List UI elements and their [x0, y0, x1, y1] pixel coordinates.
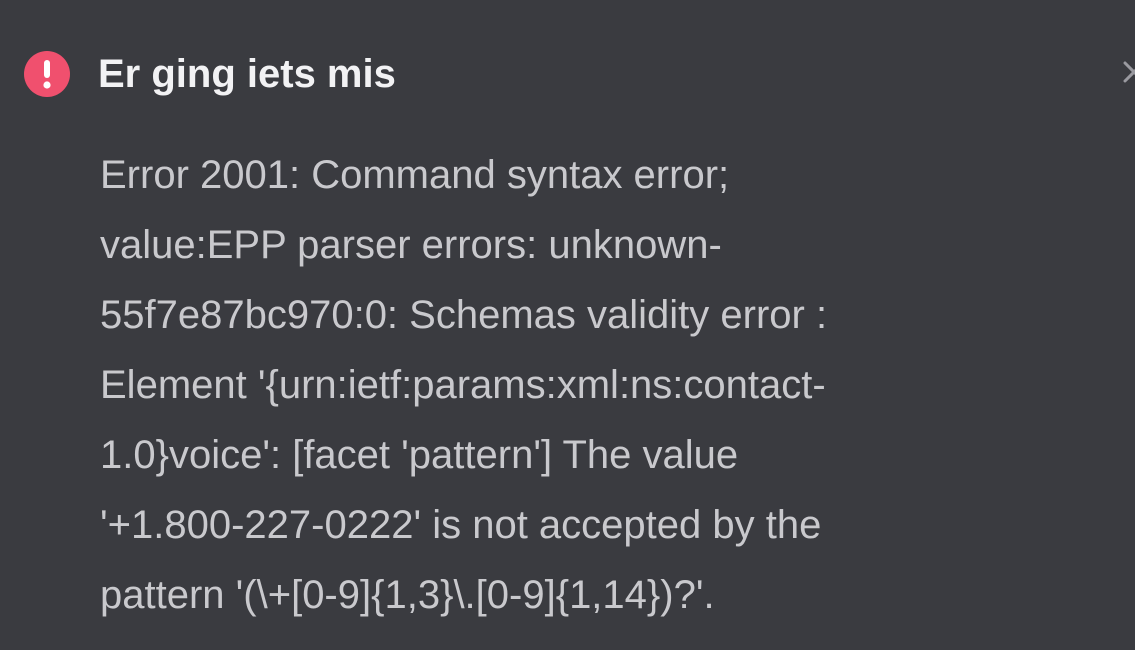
toast-title: Er ging iets mis — [98, 52, 396, 96]
toast-header: Er ging iets mis — [24, 48, 396, 100]
exclamation-circle-icon — [24, 51, 70, 97]
close-button[interactable] — [1119, 54, 1135, 94]
close-icon — [1119, 57, 1135, 92]
toast-message: Error 2001: Command syntax error; value:… — [100, 153, 828, 617]
error-toast: Er ging iets mis Error 2001: Command syn… — [0, 0, 1135, 650]
